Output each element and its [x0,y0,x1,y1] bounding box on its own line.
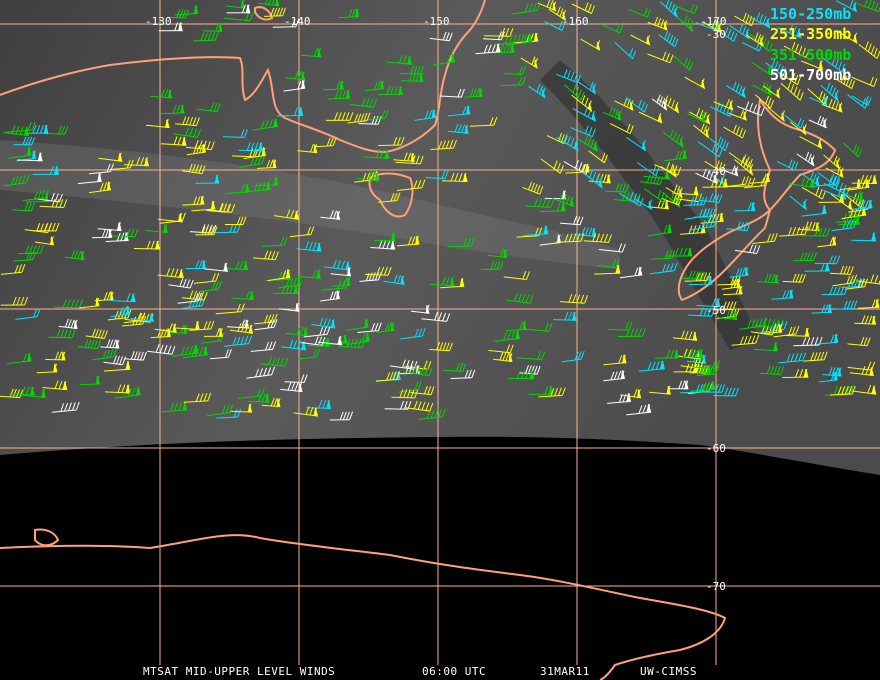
footer-source: UW-CIMSS [640,665,697,678]
footer-time: 06:00 UTC [422,665,486,678]
legend-item-150-250: 150-250mb [770,5,851,23]
lat-label: -40 [706,165,726,178]
lon-label: -170 [700,15,727,28]
wind-map: -130 -140 -150 -160 -170 -30 -40 -50 -60… [0,0,880,680]
lat-label: -60 [706,442,726,455]
antarctica-islet [34,528,60,547]
lat-label: -30 [706,28,726,41]
lon-label: -160 [562,15,589,28]
antarctica-coastline [0,534,727,680]
lon-label: -140 [284,15,311,28]
lon-label: -130 [145,15,172,28]
lat-label: -70 [706,580,726,593]
map-canvas: -130 -140 -150 -160 -170 -30 -40 -50 -60… [0,0,880,680]
legend-item-501-700: 501-700mb [770,66,851,84]
legend-item-351-500: 351-500mb [770,46,851,64]
lat-label: -50 [706,304,726,317]
footer-product: MTSAT MID-UPPER LEVEL WINDS [143,665,335,678]
footer-date: 31MAR11 [540,665,590,678]
lon-label: -150 [423,15,450,28]
legend-item-251-350: 251-350mb [770,25,851,43]
